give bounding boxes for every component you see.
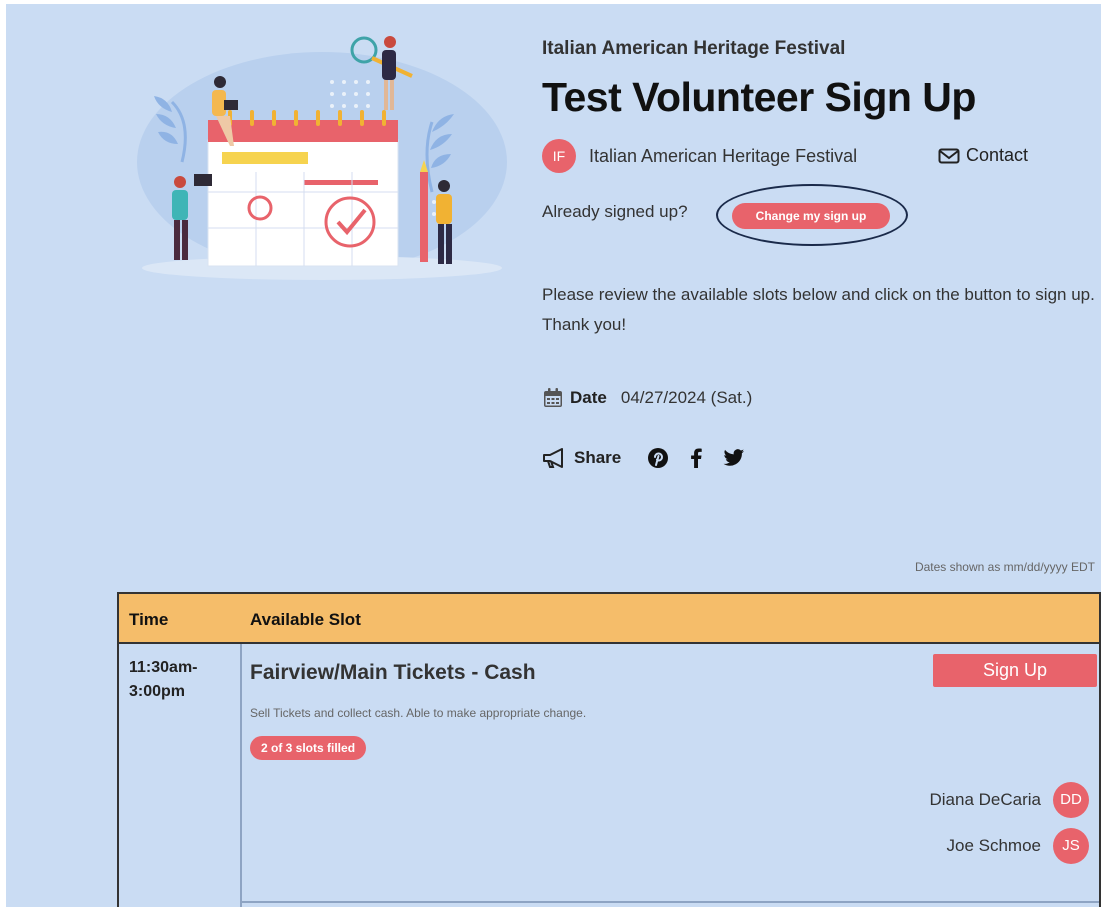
slots-filled-badge: 2 of 3 slots filled [250, 736, 367, 760]
share-row: Share [542, 447, 765, 469]
contact-label: Contact [966, 145, 1029, 165]
table-row: 11:30am- 3:00pm Fairview/Main Tickets - … [119, 644, 1099, 907]
volunteer-avatar: JS [1053, 828, 1089, 864]
volunteer-name: Joe Schmoe [946, 836, 1042, 855]
sign-up-button[interactable]: Sign Up [933, 654, 1097, 687]
organizer-avatar: IF [542, 139, 576, 173]
organizer-row: IF Italian American Heritage Festival Co… [542, 138, 1062, 173]
volunteer-name: Diana DeCaria [929, 790, 1042, 809]
column-divider [240, 644, 242, 907]
pinterest-icon[interactable] [647, 447, 669, 469]
date-value: 04/27/2024 (Sat.) [620, 388, 753, 407]
organizer-name: Italian American Heritage Festival [589, 146, 858, 166]
volunteer-entry: Joe Schmoe JS [946, 828, 1089, 864]
calendar-icon [544, 388, 562, 407]
volunteer-avatar: DD [1053, 782, 1089, 818]
change-my-signup-button[interactable]: Change my sign up [732, 203, 890, 229]
page-title: Test Volunteer Sign Up [542, 74, 976, 120]
date-row: Date 04/27/2024 (Sat.) [542, 387, 752, 409]
row-divider [242, 901, 1099, 903]
calendar-illustration [137, 36, 507, 280]
slot-time: 11:30am- 3:00pm [129, 656, 229, 704]
slot-description: Sell Tickets and collect cash. Able to m… [250, 706, 587, 720]
table-header: Time Available Slot [119, 594, 1099, 644]
share-label: Share [574, 448, 622, 467]
contact-link[interactable]: Contact [938, 145, 1028, 166]
slot-time-end: 3:00pm [129, 683, 186, 700]
instructions-text: Please review the available slots below … [542, 285, 1095, 334]
signup-page: Italian American Heritage Festival Test … [6, 4, 1101, 907]
volunteer-entry: Diana DeCaria DD [929, 782, 1089, 818]
timezone-note: Dates shown as mm/dd/yyyy EDT [914, 560, 1095, 574]
already-signed-up-prompt: Already signed up? [542, 202, 688, 221]
facebook-icon[interactable] [689, 447, 703, 469]
slot-time-start: 11:30am- [129, 659, 198, 676]
slots-table: Time Available Slot 11:30am- 3:00pm Fair… [117, 592, 1101, 907]
column-header-time: Time [129, 610, 169, 629]
envelope-icon [938, 148, 960, 163]
organization-title: Italian American Heritage Festival [542, 38, 846, 59]
twitter-icon[interactable] [723, 448, 745, 468]
megaphone-icon [543, 448, 563, 468]
slot-title: Fairview/Main Tickets - Cash [250, 661, 536, 684]
column-header-available-slot: Available Slot [250, 610, 361, 629]
date-label: Date [570, 388, 607, 407]
